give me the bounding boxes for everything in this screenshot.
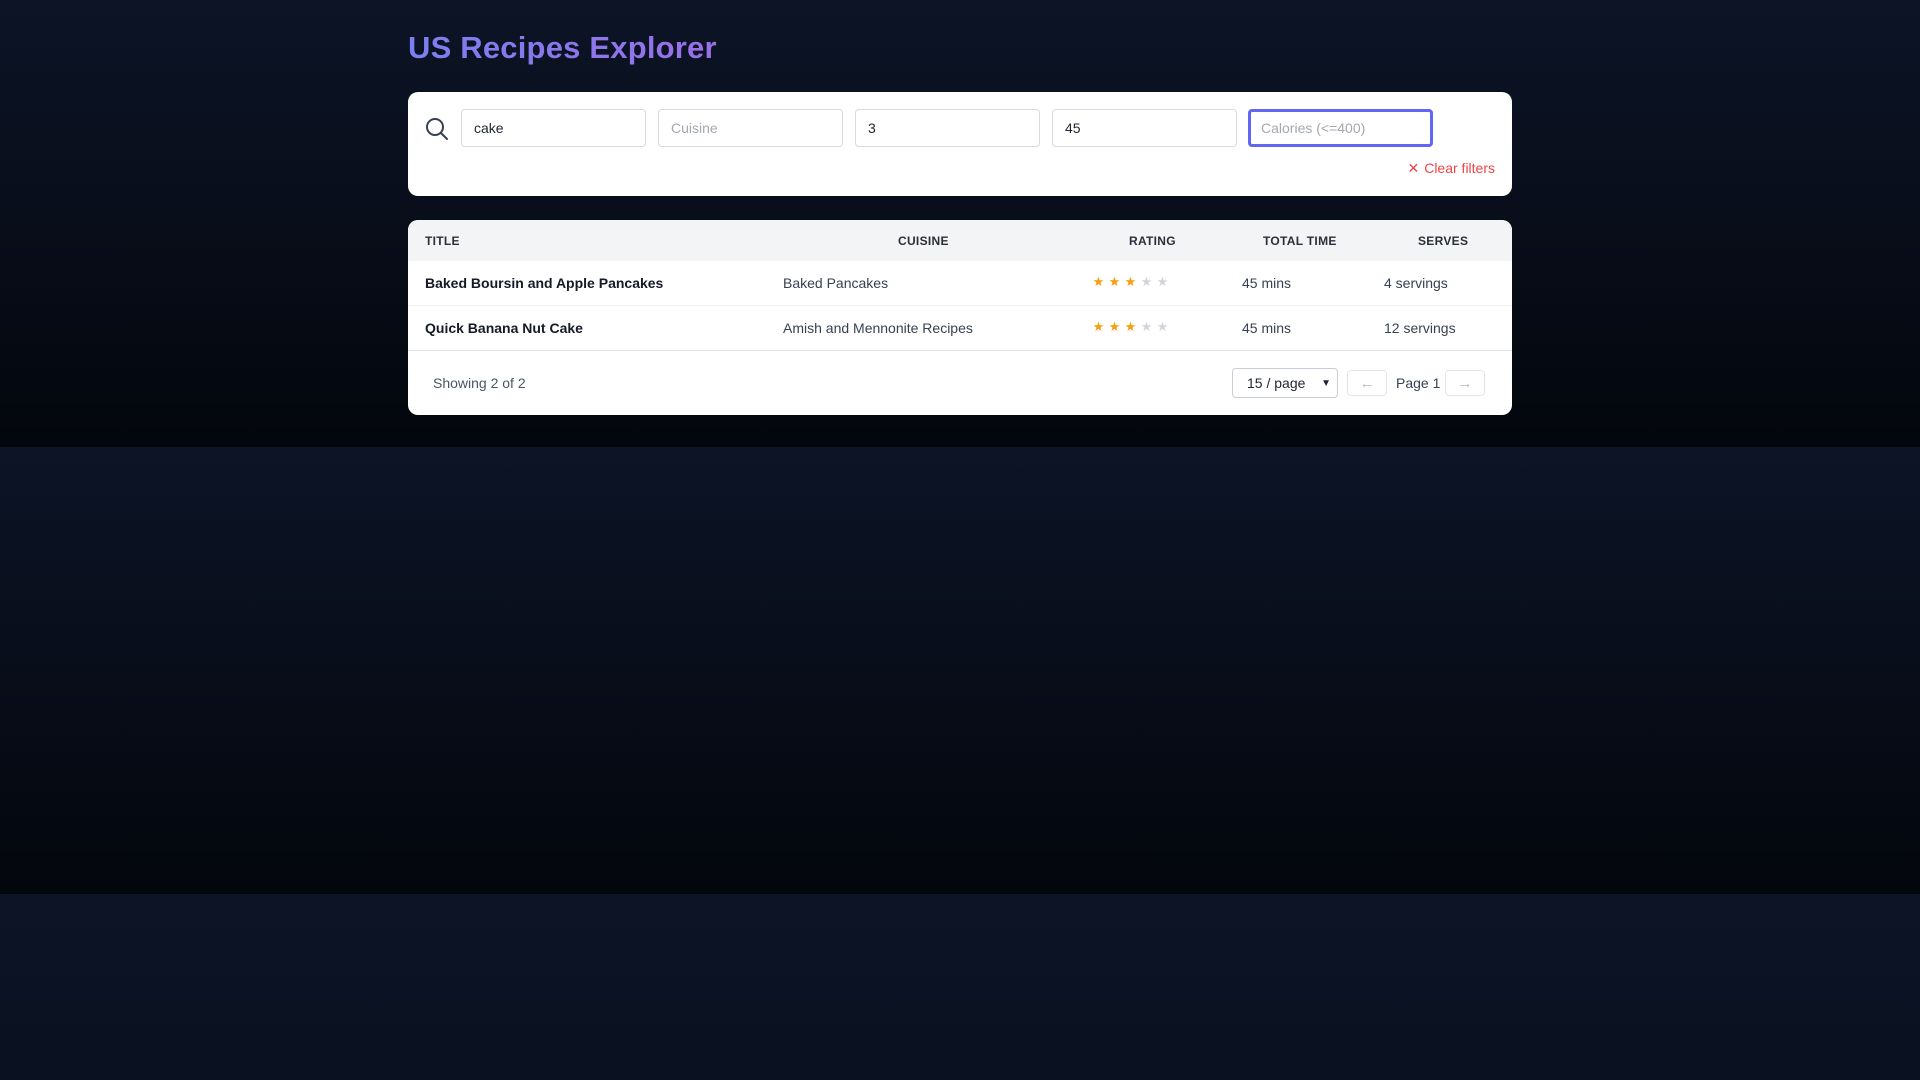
table-row[interactable]: Quick Banana Nut Cake Amish and Mennonit…	[408, 306, 1512, 351]
page-indicator: Page 1	[1396, 375, 1441, 391]
rating-stars: ★ ★ ★ ★ ★	[1092, 319, 1169, 335]
calories-input[interactable]	[1248, 109, 1433, 147]
recipe-cuisine: Baked Pancakes	[783, 275, 889, 291]
rating-stars: ★ ★ ★ ★ ★	[1092, 274, 1169, 290]
next-page-button[interactable]: →	[1445, 370, 1485, 396]
column-header-title[interactable]: TITLE	[425, 234, 460, 248]
rating-input[interactable]	[855, 109, 1040, 147]
star-empty-icon: ★	[1156, 274, 1169, 289]
page-size-select[interactable]: 15 / page ▼	[1232, 368, 1338, 398]
search-icon	[425, 117, 449, 141]
clear-filters-button[interactable]: ✕ Clear filters	[1407, 160, 1495, 176]
clear-filters-label: Clear filters	[1424, 160, 1495, 176]
arrow-right-icon: →	[1457, 374, 1473, 392]
star-filled-icon: ★	[1124, 319, 1137, 334]
star-filled-icon: ★	[1092, 274, 1105, 289]
background-band	[0, 894, 1920, 1080]
star-empty-icon: ★	[1156, 319, 1169, 334]
search-input[interactable]	[461, 109, 646, 147]
chevron-down-icon: ▼	[1321, 377, 1331, 389]
table-header: TITLE CUISINE RATING TOTAL TIME SERVES	[408, 220, 1512, 261]
recipes-table: TITLE CUISINE RATING TOTAL TIME SERVES B…	[408, 220, 1512, 415]
arrow-left-icon: ←	[1359, 374, 1375, 392]
star-filled-icon: ★	[1108, 274, 1121, 289]
previous-page-button[interactable]: ←	[1347, 370, 1387, 396]
page-size-value: 15 / page	[1247, 375, 1306, 391]
star-filled-icon: ★	[1092, 319, 1105, 334]
table-row[interactable]: Baked Boursin and Apple Pancakes Baked P…	[408, 261, 1512, 306]
column-header-rating[interactable]: RATING	[1129, 234, 1176, 248]
recipe-title: Baked Boursin and Apple Pancakes	[425, 275, 664, 291]
app-title: US Recipes Explorer	[408, 30, 717, 65]
filter-panel: ✕ Clear filters	[408, 92, 1512, 196]
column-header-cuisine[interactable]: CUISINE	[898, 234, 949, 248]
column-header-serves[interactable]: SERVES	[1418, 234, 1468, 248]
close-icon: ✕	[1407, 160, 1420, 176]
recipe-total-time: 45 mins	[1242, 275, 1292, 291]
star-empty-icon: ★	[1140, 274, 1153, 289]
recipe-total-time: 45 mins	[1242, 320, 1292, 336]
star-empty-icon: ★	[1140, 319, 1153, 334]
background-band	[0, 447, 1920, 894]
results-count: Showing 2 of 2	[433, 375, 526, 391]
recipe-serves: 12 servings	[1384, 320, 1456, 336]
time-input[interactable]	[1052, 109, 1237, 147]
star-filled-icon: ★	[1124, 274, 1137, 289]
recipe-title: Quick Banana Nut Cake	[425, 320, 583, 336]
star-filled-icon: ★	[1108, 319, 1121, 334]
footer-divider	[408, 350, 1512, 351]
cuisine-input[interactable]	[658, 109, 843, 147]
recipe-serves: 4 servings	[1384, 275, 1448, 291]
recipe-cuisine: Amish and Mennonite Recipes	[783, 320, 973, 336]
column-header-total-time[interactable]: TOTAL TIME	[1263, 234, 1337, 248]
